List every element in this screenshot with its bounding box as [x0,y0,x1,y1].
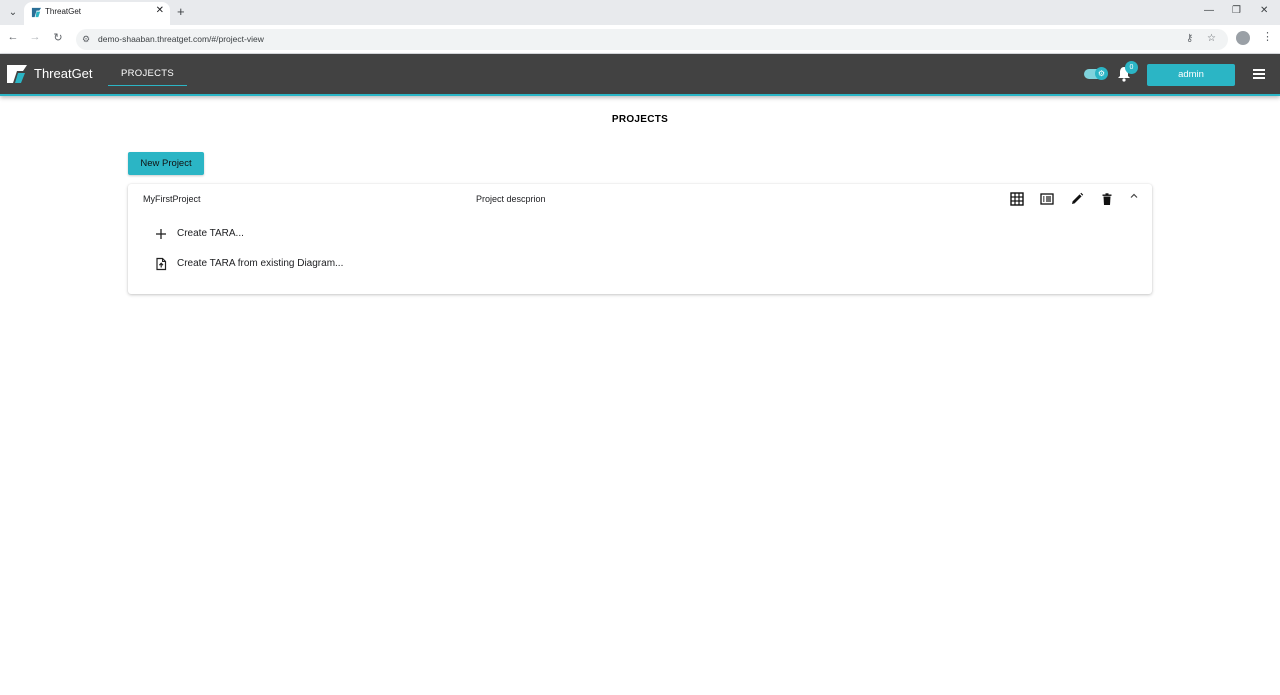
minimize-icon[interactable]: — [1204,5,1214,16]
notification-badge: 0 [1125,61,1138,74]
threatget-favicon-icon [31,7,42,18]
list-view-icon[interactable] [1040,192,1054,206]
new-tab-icon[interactable]: + [177,4,185,20]
reload-icon[interactable]: ↻ [51,31,65,44]
create-tara-from-diagram-label: Create TARA from existing Diagram... [177,258,344,269]
window-close-icon[interactable]: ✕ [1260,5,1268,16]
collapse-chevron-up-icon[interactable] [1129,191,1139,201]
delete-trash-icon[interactable] [1100,192,1114,206]
profile-avatar-icon[interactable] [1236,31,1250,45]
password-key-icon[interactable]: ⚷ [1186,33,1193,44]
restore-icon[interactable]: ❐ [1232,5,1241,16]
back-icon[interactable]: ← [6,31,20,43]
address-bar[interactable]: ⚙ demo-shaaban.threatget.com/#/project-v… [76,29,1228,50]
project-name: MyFirstProject [143,194,201,204]
tab-search-chevron-icon[interactable]: ⌄ [4,4,22,22]
url-text: demo-shaaban.threatget.com/#/project-vie… [98,34,264,44]
page-title: PROJECTS [611,114,669,125]
edit-pencil-icon[interactable] [1070,192,1084,206]
user-menu-button[interactable]: admin [1147,64,1235,86]
theme-toggle[interactable]: ⚙ [1084,67,1108,80]
brand-name: ThreatGet [34,66,93,81]
browser-toolbar: ← → ↻ ⚙ demo-shaaban.threatget.com/#/pro… [0,25,1280,54]
grid-view-icon[interactable] [1010,192,1024,206]
site-info-icon[interactable]: ⚙ [82,34,90,45]
create-tara-label: Create TARA... [177,228,244,239]
app-header: ThreatGet PROJECTS ⚙ 0 admin [0,54,1280,96]
tab-close-icon[interactable]: ✕ [156,5,164,16]
plus-icon [156,229,166,239]
browser-tab[interactable]: ThreatGet ✕ [24,2,170,25]
browser-menu-icon[interactable]: ⋮ [1262,30,1273,43]
tab-title: ThreatGet [45,7,82,16]
file-upload-icon [156,257,167,271]
new-project-button[interactable]: New Project [128,152,204,175]
project-card: MyFirstProject Project descprion Create … [128,184,1152,294]
browser-tab-strip: ⌄ ThreatGet ✕ + — ❐ ✕ [0,0,1280,25]
hamburger-menu-icon[interactable] [1253,69,1265,79]
gear-icon: ⚙ [1095,67,1108,80]
bookmark-star-icon[interactable]: ☆ [1207,33,1216,44]
threatget-logo-icon [7,65,27,83]
nav-projects-tab[interactable]: PROJECTS [108,54,187,86]
forward-icon[interactable]: → [28,31,42,43]
project-description: Project descprion [476,194,546,204]
